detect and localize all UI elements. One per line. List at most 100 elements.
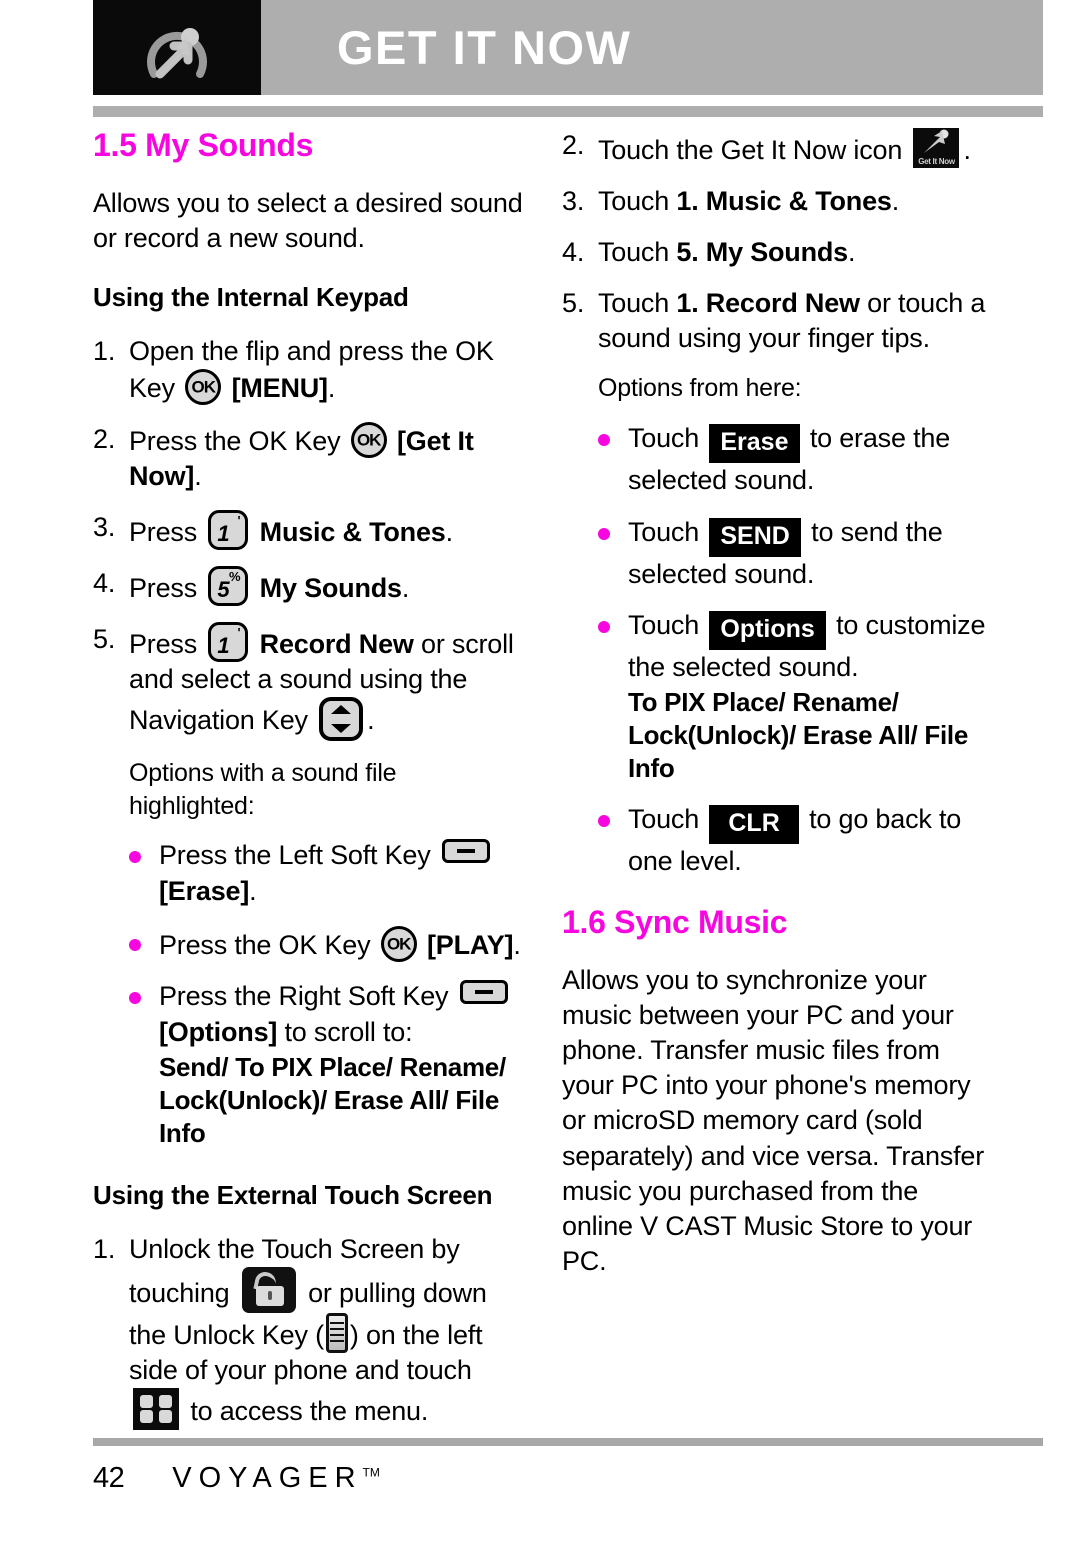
step-text: Press 1 ' Record New or scroll and select… — [129, 622, 523, 742]
list-item: Touch SEND to send the selected sound. — [562, 515, 992, 593]
soft-key-icon — [441, 839, 490, 864]
list-item: 2. Press the OK Key OK [Get It Now]. — [93, 421, 523, 494]
step-text-bold: [MENU] — [231, 372, 328, 403]
number-key-superscript: ' — [237, 625, 241, 641]
section-title-sync-music: 1.6 Sync Music — [562, 904, 788, 941]
soft-key-icon — [459, 980, 508, 1005]
list-item: Press the Left Soft Key [Erase]. — [93, 838, 523, 909]
step-marker: 5. — [93, 624, 116, 655]
step-text-pre: Press the OK Key — [129, 425, 341, 456]
get-it-now-icon: Get It Now — [913, 128, 960, 168]
number-key-digit: 1 — [217, 633, 230, 659]
list-item: Touch CLR to go back to one level. — [562, 802, 992, 880]
step-marker: 5. — [562, 288, 585, 319]
touch-step-part4: to access the menu. — [190, 1396, 429, 1427]
bullet-text-post: . — [249, 876, 257, 907]
page-number: 42 — [93, 1462, 125, 1494]
number-key-1-icon: 1 ' — [208, 622, 249, 663]
step-marker: 2. — [562, 130, 585, 160]
list-item: Press the Right Soft Key [Options] to sc… — [93, 979, 523, 1150]
step-text-bold: 1. Music & Tones — [676, 186, 892, 217]
step-text-pre: Touch — [598, 288, 670, 319]
step-text-post: . — [848, 237, 856, 268]
left-column: 1.5 My Sounds Allows you to select a des… — [93, 127, 523, 1446]
step-text-tail: . — [367, 705, 375, 736]
nav-up-arrow-icon — [331, 705, 352, 715]
erase-button[interactable]: Erase — [709, 423, 800, 463]
list-item: Touch Options to customize the selected … — [562, 608, 992, 785]
bullet-text-post: . — [513, 929, 521, 960]
bullet-text: Press the OK Key OK [PLAY]. — [159, 925, 523, 964]
ok-key-label: OK — [386, 934, 412, 954]
list-item: 5. Press 1 ' Record New or scroll and sel… — [93, 622, 523, 742]
ok-key-icon: OK — [185, 368, 222, 405]
bullet-dot-icon — [598, 802, 628, 880]
list-item: 2. Touch the Get It Now icon Get It Now … — [562, 128, 992, 168]
step-text: Touch 1. Record New or touch a sound usi… — [598, 286, 992, 356]
trademark-symbol: TM — [362, 1465, 380, 1480]
step-text: Open the flip and press the OK Key OK [M… — [129, 334, 523, 406]
bullet-text-post: to scroll to: — [277, 1016, 413, 1047]
step-text-pre: Press — [129, 517, 198, 548]
bullet-text-pre: Press the Right Soft Key — [159, 981, 449, 1012]
step-text-pre: Touch — [598, 237, 670, 268]
section-title-my-sounds: 1.5 My Sounds — [93, 127, 314, 163]
bullet-text-pre: Touch — [628, 610, 700, 641]
number-key-5-icon: 5% — [208, 566, 249, 607]
list-item: 4. Touch 5. My Sounds. — [562, 235, 992, 270]
bullet-dot-icon — [129, 926, 159, 964]
my-sounds-intro: Allows you to select a desired sound or … — [93, 187, 523, 253]
step-text-pre: Press — [129, 629, 198, 660]
bullet-text-bold: [Erase] — [159, 876, 250, 907]
step-marker: 3. — [562, 186, 585, 217]
options-button[interactable]: Options — [709, 611, 826, 651]
page-header: GET IT NOW — [93, 0, 1043, 95]
unlock-icon — [241, 1267, 296, 1314]
send-button[interactable]: SEND — [709, 517, 801, 557]
footer-divider — [93, 1438, 1043, 1446]
navigation-key-icon — [319, 697, 364, 742]
list-item: 3. Touch 1. Music & Tones. — [562, 184, 992, 219]
list-item: 3. Press 1 ' Music & Tones. — [93, 510, 523, 551]
nav-down-arrow-icon — [331, 724, 352, 734]
clr-button[interactable]: CLR — [709, 804, 799, 844]
step-text-post: . — [445, 517, 454, 548]
step-marker: 2. — [93, 423, 116, 454]
number-key-digit: 5 — [217, 577, 230, 603]
step-text: Touch 1. Music & Tones. — [598, 184, 992, 219]
step-text: Touch 5. My Sounds. — [598, 235, 992, 270]
unlock-key-strip-icon — [325, 1313, 348, 1354]
ok-key-icon: OK — [350, 421, 387, 458]
right-column: 2. Touch the Get It Now icon Get It Now … — [562, 128, 992, 1305]
step-text: Press 1 ' Music & Tones. — [129, 510, 523, 551]
number-key-1-icon: 1 ' — [208, 510, 249, 551]
step-text-post: . — [963, 135, 971, 165]
bullet-dot-icon — [598, 608, 628, 785]
get-it-now-app-icon — [93, 0, 261, 95]
bullet-dot-icon — [129, 979, 159, 1150]
bullet-text: Press the Right Soft Key [Options] to sc… — [159, 979, 523, 1150]
list-item: 1. Unlock the Touch Screen by touching o… — [93, 1232, 523, 1431]
step-marker: 4. — [562, 237, 585, 268]
options-note-left: Options with a sound file highlighted: — [129, 759, 397, 820]
step-text-bold: 1. Record New — [676, 288, 860, 319]
step-text-bold: My Sounds — [259, 573, 402, 604]
step-text-post: . — [327, 372, 336, 403]
options-list-left: Send/ To PIX Place/ Rename/ Lock(Unlock)… — [159, 1051, 506, 1149]
options-list-right: To PIX Place/ Rename/ Lock(Unlock)/ Eras… — [628, 686, 968, 784]
list-item: Touch Erase to erase the selected sound. — [562, 421, 992, 499]
bullet-text-pre: Press the OK Key — [159, 929, 371, 960]
sync-music-body: Allows you to synchronize your music bet… — [562, 965, 984, 1276]
step-text-pre: Press — [129, 573, 198, 604]
bullet-text: Touch Options to customize the selected … — [628, 608, 992, 785]
bullet-text: Press the Left Soft Key [Erase]. — [159, 838, 523, 909]
bullet-text: Touch SEND to send the selected sound. — [628, 515, 992, 593]
page-footer: 42 VOYAGERTM — [93, 1462, 380, 1495]
step-text-post: . — [891, 186, 900, 217]
step-marker: 1. — [93, 335, 116, 366]
options-note-right: Options from here: — [598, 374, 802, 403]
number-key-superscript: ' — [237, 513, 241, 529]
list-item: 1. Open the flip and press the OK Key OK… — [93, 334, 523, 406]
header-divider — [93, 106, 1043, 117]
bullet-text-pre: Touch — [628, 803, 700, 834]
